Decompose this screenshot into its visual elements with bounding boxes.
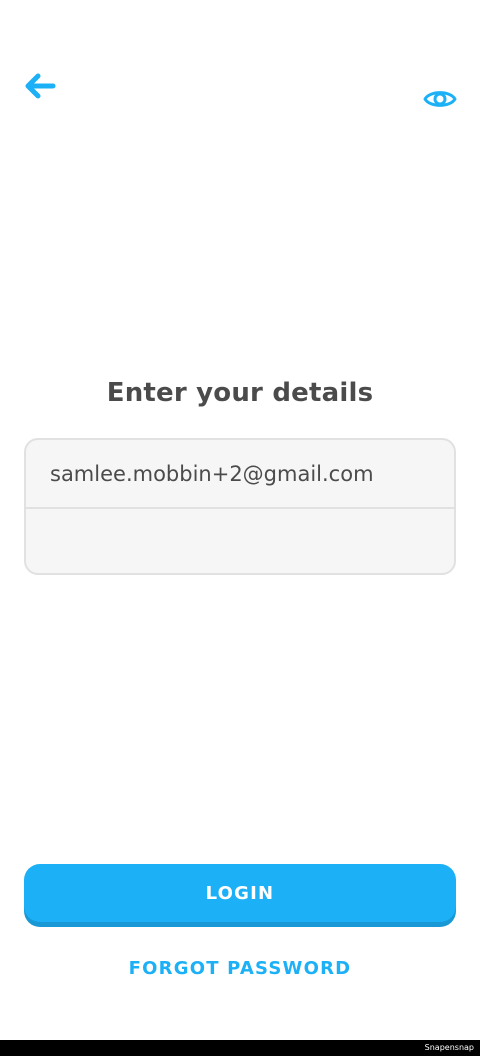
login-form xyxy=(24,438,456,575)
email-field[interactable] xyxy=(26,440,454,507)
show-password-button[interactable] xyxy=(422,86,458,116)
bottom-bar: Snapensnap xyxy=(0,1040,480,1056)
eye-icon xyxy=(423,87,457,115)
password-field[interactable] xyxy=(26,509,454,573)
page-title: Enter your details xyxy=(106,378,374,408)
watermark: Snapensnap xyxy=(424,1043,474,1052)
login-button[interactable]: LOGIN xyxy=(24,864,456,922)
back-button[interactable] xyxy=(22,70,58,106)
forgot-password-link[interactable]: FORGOT PASSWORD xyxy=(0,958,480,979)
arrow-left-icon xyxy=(24,72,56,104)
